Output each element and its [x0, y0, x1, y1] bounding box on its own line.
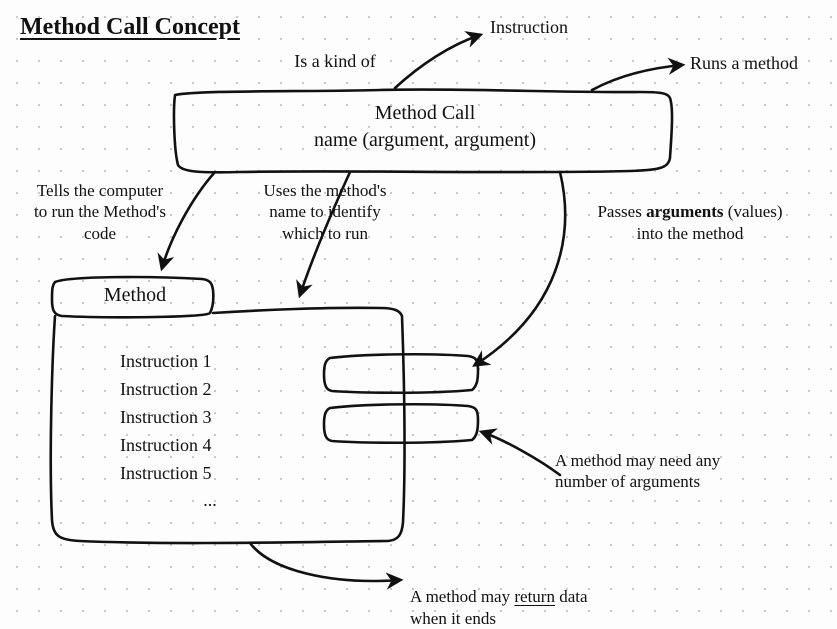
label-is-a-kind-of: Is a kind of [260, 50, 410, 73]
method-call-line1: Method Call [375, 102, 476, 124]
label-return-underline: return [514, 587, 555, 606]
label-uses-name: Uses the method's name to identify which… [225, 180, 425, 244]
instruction-list: Instruction 1 Instruction 2 Instruction … [120, 348, 300, 515]
diagram-canvas [0, 0, 837, 627]
label-tells-computer: Tells the computer to run the Method's c… [0, 180, 200, 244]
param-box-2 [324, 404, 478, 442]
arrow-runs-a-method [592, 65, 682, 90]
list-item: Instruction 4 [120, 432, 300, 460]
label-return-data: A method may return data when it ends [410, 565, 730, 629]
method-call-line2: name (argument, argument) [314, 129, 536, 151]
list-item: Instruction 3 [120, 404, 300, 432]
arrow-any-number-args [482, 432, 560, 475]
method-call-box-text: Method Call name (argument, argument) [185, 100, 665, 154]
label-instruction-target: Instruction [490, 16, 568, 39]
page-title: Method Call Concept [20, 14, 240, 41]
label-passes-arguments-bold: arguments [646, 202, 723, 221]
method-label: Method [60, 284, 210, 307]
label-runs-a-method: Runs a method [690, 52, 798, 75]
list-item: Instruction 1 [120, 348, 300, 376]
label-passes-arguments: Passes arguments (values) into the metho… [560, 180, 820, 244]
arrow-return-data [250, 543, 400, 581]
label-passes-arguments-pre: Passes [597, 202, 646, 221]
list-item: Instruction 2 [120, 376, 300, 404]
param-box-1 [324, 354, 478, 392]
label-any-number-args: A method may need any number of argument… [555, 450, 815, 493]
list-item: ... [120, 487, 300, 515]
list-item: Instruction 5 [120, 460, 300, 488]
label-return-pre: A method may [410, 587, 514, 606]
arrow-passes-arguments [475, 172, 565, 365]
